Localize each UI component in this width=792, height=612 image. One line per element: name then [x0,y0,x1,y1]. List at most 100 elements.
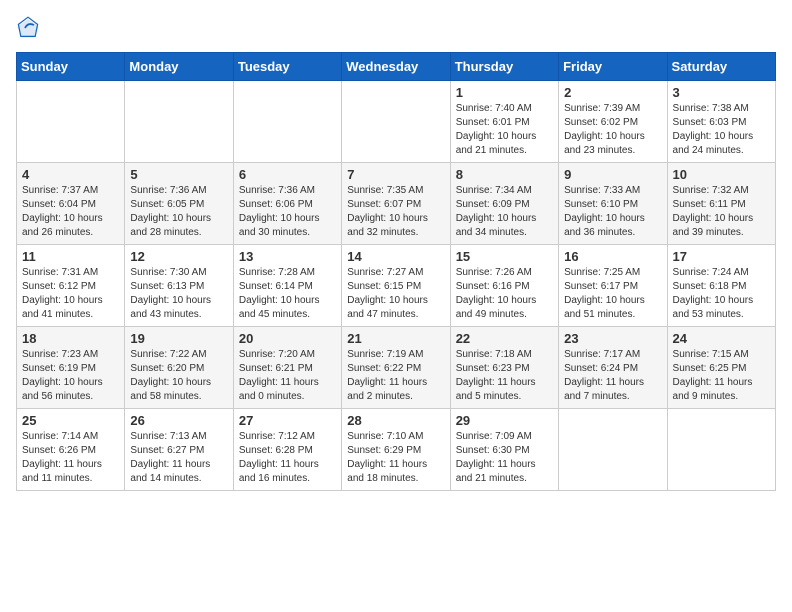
day-info: Sunrise: 7:32 AM Sunset: 6:11 PM Dayligh… [673,184,770,240]
day-info: Sunrise: 7:39 AM Sunset: 6:02 PM Dayligh… [564,102,661,158]
calendar-week-3: 11 Sunrise: 7:31 AM Sunset: 6:12 PM Dayli… [17,245,776,327]
calendar-cell: 10Sunrise: 7:32 AM Sunset: 6:11 PM Dayli… [667,163,775,245]
page-header [16,16,776,40]
day-info: Sunrise: 7:10 AM Sunset: 6:29 PM Dayligh… [347,430,444,486]
day-number: 15 [456,249,553,264]
day-number: 3 [673,85,770,100]
day-number: 29 [456,413,553,428]
day-number: 8 [456,167,553,182]
day-info: Sunrise: 7:38 AM Sunset: 6:03 PM Dayligh… [673,102,770,158]
day-number: 27 [239,413,336,428]
day-number: 1 [456,85,553,100]
calendar-cell [559,409,667,491]
calendar-cell: 8 Sunrise: 7:34 AM Sunset: 6:09 PM Daylig… [450,163,558,245]
day-info: Sunrise: 7:15 AM Sunset: 6:25 PM Dayligh… [673,348,770,404]
day-number: 9 [564,167,661,182]
day-info: Sunrise: 7:20 AM Sunset: 6:21 PM Dayligh… [239,348,336,404]
day-number: 16 [564,249,661,264]
day-info: Sunrise: 7:13 AM Sunset: 6:27 PM Dayligh… [130,430,227,486]
calendar-cell: 17 Sunrise: 7:24 AM Sunset: 6:18 PM Dayli… [667,245,775,327]
calendar-cell: 6 Sunrise: 7:36 AM Sunset: 6:06 PM Daylig… [233,163,341,245]
logo-icon [16,16,40,40]
day-info: Sunrise: 7:27 AM Sunset: 6:15 PM Dayligh… [347,266,444,322]
calendar-week-5: 25 Sunrise: 7:14 AM Sunset: 6:26 PM Dayli… [17,409,776,491]
day-number: 26 [130,413,227,428]
calendar-cell: 1 Sunrise: 7:40 AM Sunset: 6:01 PM Daylig… [450,81,558,163]
calendar-cell: 14 Sunrise: 7:27 AM Sunset: 6:15 PM Dayli… [342,245,450,327]
calendar-week-1: 1 Sunrise: 7:40 AM Sunset: 6:01 PM Daylig… [17,81,776,163]
calendar-cell [125,81,233,163]
calendar-cell: 26 Sunrise: 7:13 AM Sunset: 6:27 PM Dayli… [125,409,233,491]
day-number: 7 [347,167,444,182]
day-header-wednesday: Wednesday [342,53,450,81]
calendar-cell: 9Sunrise: 7:33 AM Sunset: 6:10 PM Daylig… [559,163,667,245]
day-header-friday: Friday [559,53,667,81]
day-number: 28 [347,413,444,428]
day-info: Sunrise: 7:14 AM Sunset: 6:26 PM Dayligh… [22,430,119,486]
day-info: Sunrise: 7:22 AM Sunset: 6:20 PM Dayligh… [130,348,227,404]
calendar-header-row: SundayMondayTuesdayWednesdayThursdayFrid… [17,53,776,81]
day-info: Sunrise: 7:30 AM Sunset: 6:13 PM Dayligh… [130,266,227,322]
day-info: Sunrise: 7:34 AM Sunset: 6:09 PM Dayligh… [456,184,553,240]
calendar-cell: 27 Sunrise: 7:12 AM Sunset: 6:28 PM Dayli… [233,409,341,491]
day-number: 4 [22,167,119,182]
day-number: 14 [347,249,444,264]
day-number: 20 [239,331,336,346]
day-header-monday: Monday [125,53,233,81]
calendar-cell: 5Sunrise: 7:36 AM Sunset: 6:05 PM Daylig… [125,163,233,245]
calendar-cell: 28 Sunrise: 7:10 AM Sunset: 6:29 PM Dayli… [342,409,450,491]
day-header-saturday: Saturday [667,53,775,81]
calendar-cell [17,81,125,163]
day-header-thursday: Thursday [450,53,558,81]
day-number: 25 [22,413,119,428]
day-number: 17 [673,249,770,264]
day-info: Sunrise: 7:12 AM Sunset: 6:28 PM Dayligh… [239,430,336,486]
calendar-cell: 19Sunrise: 7:22 AM Sunset: 6:20 PM Dayli… [125,327,233,409]
day-info: Sunrise: 7:35 AM Sunset: 6:07 PM Dayligh… [347,184,444,240]
calendar-cell: 15 Sunrise: 7:26 AM Sunset: 6:16 PM Dayli… [450,245,558,327]
day-info: Sunrise: 7:28 AM Sunset: 6:14 PM Dayligh… [239,266,336,322]
calendar-cell: 24 Sunrise: 7:15 AM Sunset: 6:25 PM Dayli… [667,327,775,409]
day-number: 12 [130,249,227,264]
day-info: Sunrise: 7:18 AM Sunset: 6:23 PM Dayligh… [456,348,553,404]
day-info: Sunrise: 7:26 AM Sunset: 6:16 PM Dayligh… [456,266,553,322]
calendar-cell [667,409,775,491]
day-number: 21 [347,331,444,346]
calendar-cell: 22 Sunrise: 7:18 AM Sunset: 6:23 PM Dayli… [450,327,558,409]
calendar-cell: 29 Sunrise: 7:09 AM Sunset: 6:30 PM Dayli… [450,409,558,491]
day-info: Sunrise: 7:37 AM Sunset: 6:04 PM Dayligh… [22,184,119,240]
calendar-cell: 16 Sunrise: 7:25 AM Sunset: 6:17 PM Dayli… [559,245,667,327]
day-info: Sunrise: 7:40 AM Sunset: 6:01 PM Dayligh… [456,102,553,158]
day-number: 6 [239,167,336,182]
calendar-week-2: 4 Sunrise: 7:37 AM Sunset: 6:04 PM Daylig… [17,163,776,245]
calendar-cell: 3 Sunrise: 7:38 AM Sunset: 6:03 PM Daylig… [667,81,775,163]
day-number: 23 [564,331,661,346]
day-info: Sunrise: 7:17 AM Sunset: 6:24 PM Dayligh… [564,348,661,404]
logo [16,16,42,40]
day-number: 24 [673,331,770,346]
calendar-cell: 7 Sunrise: 7:35 AM Sunset: 6:07 PM Daylig… [342,163,450,245]
day-info: Sunrise: 7:09 AM Sunset: 6:30 PM Dayligh… [456,430,553,486]
day-info: Sunrise: 7:25 AM Sunset: 6:17 PM Dayligh… [564,266,661,322]
calendar-cell: 12 Sunrise: 7:30 AM Sunset: 6:13 PM Dayli… [125,245,233,327]
day-number: 22 [456,331,553,346]
day-info: Sunrise: 7:23 AM Sunset: 6:19 PM Dayligh… [22,348,119,404]
day-info: Sunrise: 7:31 AM Sunset: 6:12 PM Dayligh… [22,266,119,322]
day-info: Sunrise: 7:19 AM Sunset: 6:22 PM Dayligh… [347,348,444,404]
calendar-cell: 4 Sunrise: 7:37 AM Sunset: 6:04 PM Daylig… [17,163,125,245]
day-number: 5 [130,167,227,182]
calendar-cell: 21 Sunrise: 7:19 AM Sunset: 6:22 PM Dayli… [342,327,450,409]
calendar-cell: 11 Sunrise: 7:31 AM Sunset: 6:12 PM Dayli… [17,245,125,327]
day-number: 13 [239,249,336,264]
calendar-cell [233,81,341,163]
day-info: Sunrise: 7:36 AM Sunset: 6:06 PM Dayligh… [239,184,336,240]
day-number: 2 [564,85,661,100]
day-info: Sunrise: 7:24 AM Sunset: 6:18 PM Dayligh… [673,266,770,322]
day-number: 11 [22,249,119,264]
calendar-cell: 13 Sunrise: 7:28 AM Sunset: 6:14 PM Dayli… [233,245,341,327]
calendar-cell: 25 Sunrise: 7:14 AM Sunset: 6:26 PM Dayli… [17,409,125,491]
calendar-cell: 20 Sunrise: 7:20 AM Sunset: 6:21 PM Dayli… [233,327,341,409]
day-number: 18 [22,331,119,346]
calendar-cell: 2 Sunrise: 7:39 AM Sunset: 6:02 PM Daylig… [559,81,667,163]
day-header-sunday: Sunday [17,53,125,81]
